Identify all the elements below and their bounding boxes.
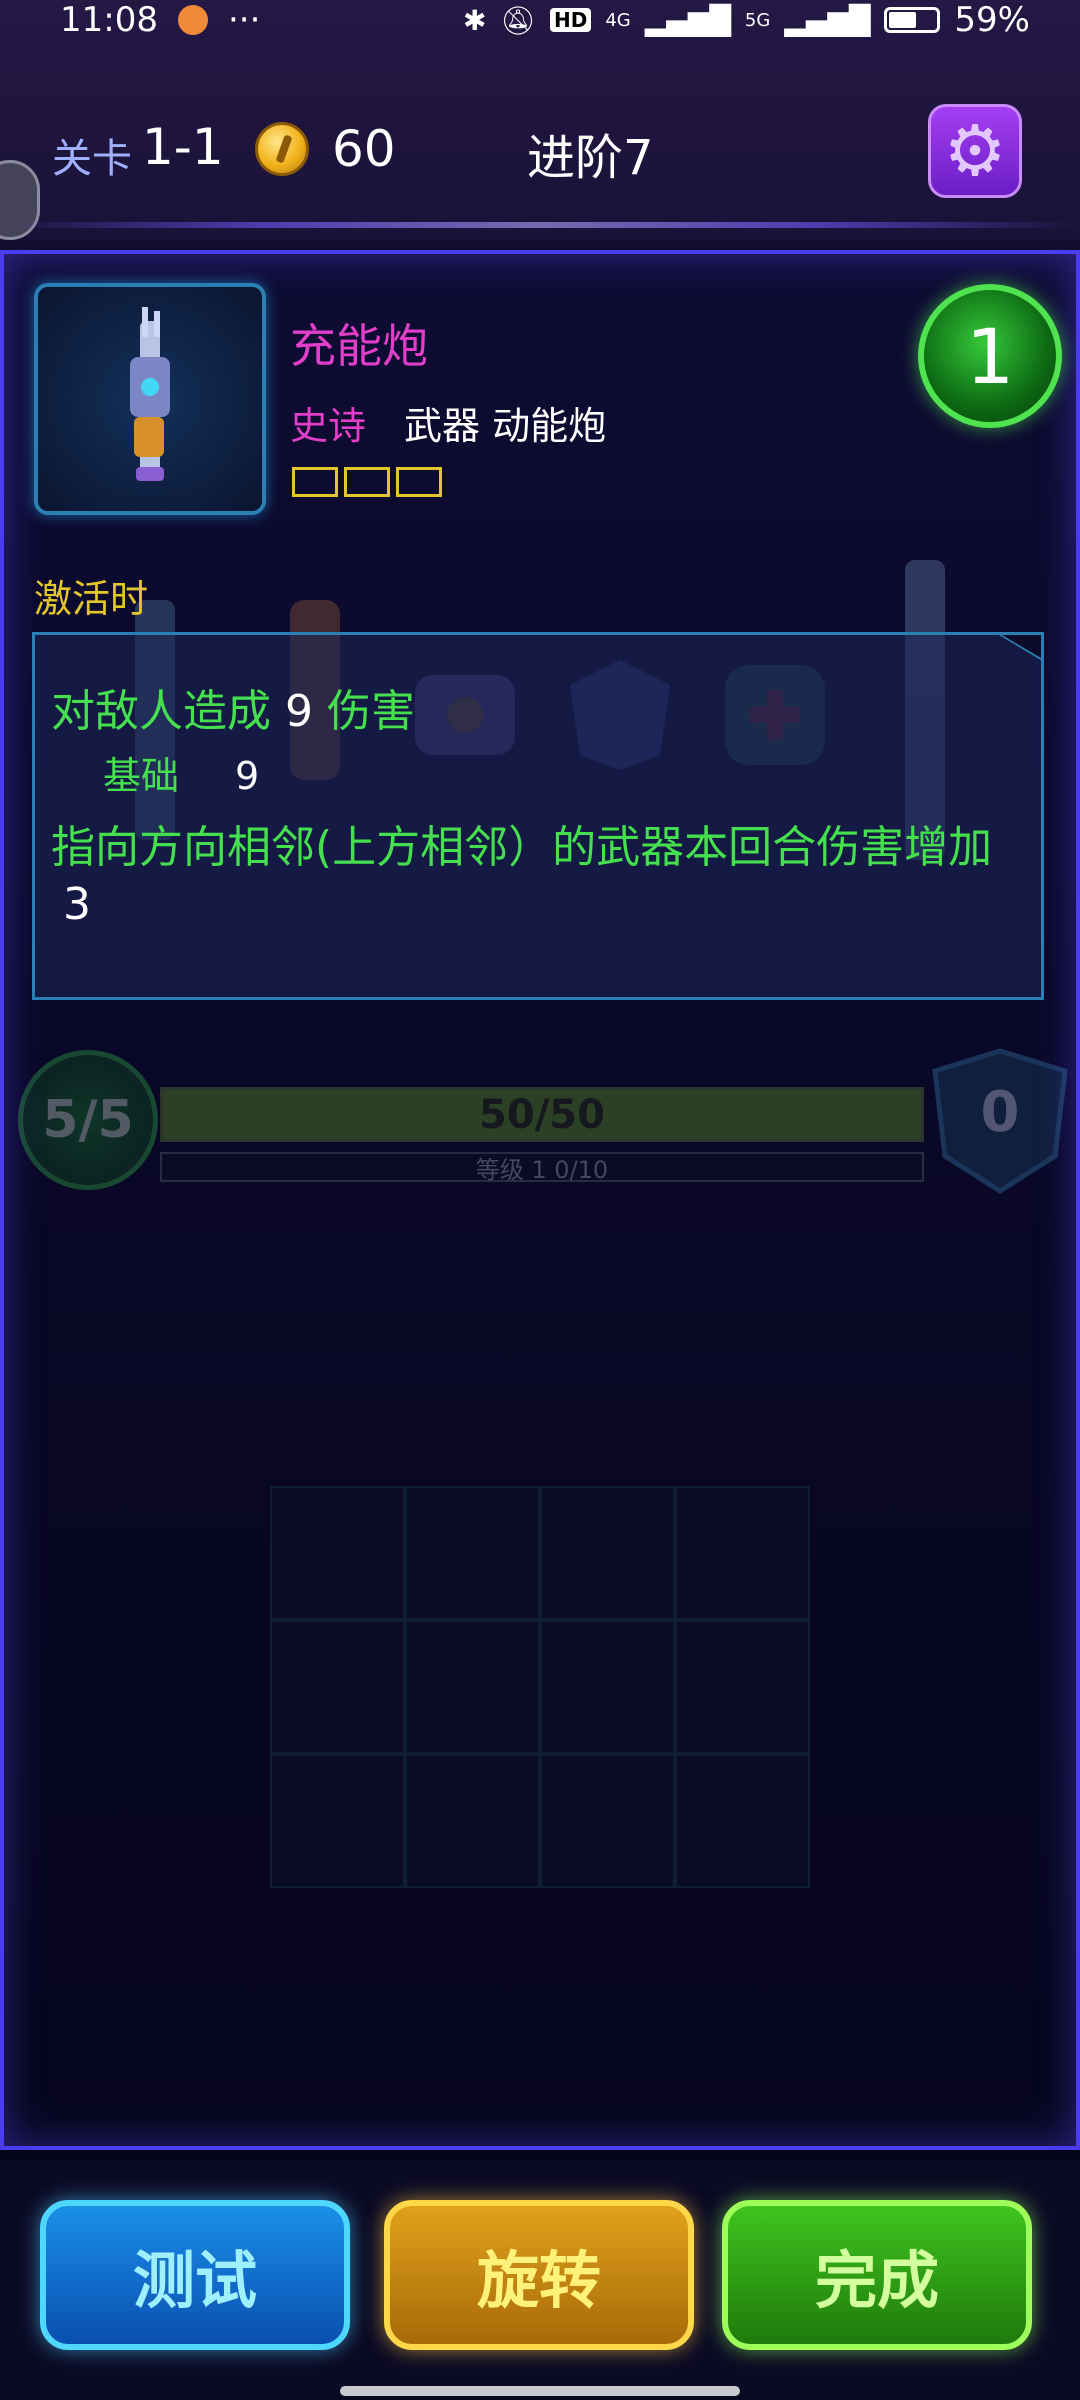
- energy-cost: 1: [965, 311, 1015, 401]
- level-progress: 等级 1 0/10: [160, 1152, 924, 1184]
- energy-cost-badge: 1: [918, 284, 1062, 428]
- hp-counter: 5/5: [18, 1050, 158, 1190]
- grid-cell[interactable]: [270, 1754, 405, 1888]
- grid-cell[interactable]: [405, 1754, 540, 1888]
- header-divider: [0, 222, 1080, 228]
- hd-badge: HD: [549, 8, 592, 32]
- effect-description: 对敌人造成 9 伤害 基础 9 指向方向相邻(上方相邻）的武器本回合伤害增加 3: [32, 632, 1044, 1000]
- settings-button[interactable]: ⚙: [928, 104, 1022, 198]
- damage-effect: 对敌人造成 9 伤害: [51, 675, 415, 739]
- corner-decoration: [994, 632, 1044, 662]
- signal-icon-2: ▂▄▆█: [784, 3, 871, 37]
- damage-text: 对敌人造成: [51, 686, 271, 737]
- base-value: 9: [235, 754, 260, 798]
- charge-cannon-icon: [130, 307, 170, 481]
- top-bar: 关卡 1-1 60 进阶7 ⚙: [0, 90, 1080, 210]
- upgrade-slot: [344, 467, 390, 497]
- weapon-portrait: [34, 283, 266, 515]
- rarity-label: 史诗: [290, 404, 367, 448]
- signal-icon: ▂▄▆█: [644, 3, 731, 37]
- bluetooth-icon: ✱: [462, 3, 487, 37]
- clock: 11:08: [60, 0, 158, 40]
- buff-effect: 指向方向相邻(上方相邻）的武器本回合伤害增加: [51, 822, 993, 873]
- trigger-label: 激活时: [34, 577, 149, 621]
- grid-cell[interactable]: [540, 1620, 675, 1754]
- home-indicator[interactable]: [340, 2386, 740, 2396]
- battery-icon: [884, 7, 941, 33]
- grid-cell[interactable]: [270, 1486, 405, 1620]
- level-label: 关卡: [52, 136, 132, 182]
- level-value: 1-1: [142, 118, 224, 176]
- damage-suffix: 伤害: [327, 686, 415, 737]
- grid-cell[interactable]: [405, 1486, 540, 1620]
- hp-bar: 50/50: [160, 1087, 924, 1142]
- shield-value: 0: [980, 1080, 1020, 1145]
- grid-cell[interactable]: [675, 1486, 810, 1620]
- more-notifications: ···: [227, 0, 261, 40]
- network-4g-label: 4G: [605, 9, 631, 31]
- grid-cell[interactable]: [675, 1620, 810, 1754]
- status-bar: 11:08 ··· ✱ 🔕︎ HD 4G ▂▄▆█ 5G ▂▄▆█ 59%: [0, 0, 1080, 40]
- grid-cell[interactable]: [675, 1754, 810, 1888]
- side-pull-tab[interactable]: [0, 160, 40, 240]
- rotate-button[interactable]: 旋转: [384, 2200, 694, 2350]
- test-button[interactable]: 测试: [40, 2200, 350, 2350]
- network-5g-label: 5G: [744, 9, 771, 31]
- grid-cell[interactable]: [405, 1620, 540, 1754]
- stage-label: 进阶7: [527, 130, 654, 186]
- coin-count: 60: [332, 120, 396, 178]
- grid-cell[interactable]: [270, 1620, 405, 1754]
- app-notification-icon: [177, 5, 208, 35]
- gear-icon: ⚙: [943, 110, 1007, 192]
- mute-bell-icon: 🔕︎: [500, 3, 536, 37]
- base-damage: 基础 9: [103, 745, 259, 800]
- buff-value: 3: [63, 879, 91, 930]
- weapon-name: 充能炮: [290, 319, 428, 373]
- weapon-type: 武器 动能炮: [404, 404, 607, 448]
- upgrade-slot: [292, 467, 338, 497]
- grid-cell[interactable]: [540, 1486, 675, 1620]
- base-label: 基础: [103, 754, 180, 798]
- upgrade-slots: [292, 467, 442, 497]
- upgrade-slot: [396, 467, 442, 497]
- coin-icon: [255, 122, 309, 176]
- player-status-strip: 5/5 50/50 等级 1 0/10 0: [0, 1030, 1080, 1220]
- inventory-grid: [270, 1486, 810, 1888]
- done-button[interactable]: 完成: [722, 2200, 1032, 2350]
- game-screen: 11:08 ··· ✱ 🔕︎ HD 4G ▂▄▆█ 5G ▂▄▆█ 59% 关卡…: [0, 0, 1080, 2400]
- damage-value: 9: [285, 686, 313, 737]
- grid-cell[interactable]: [540, 1754, 675, 1888]
- battery-percent: 59%: [954, 0, 1030, 40]
